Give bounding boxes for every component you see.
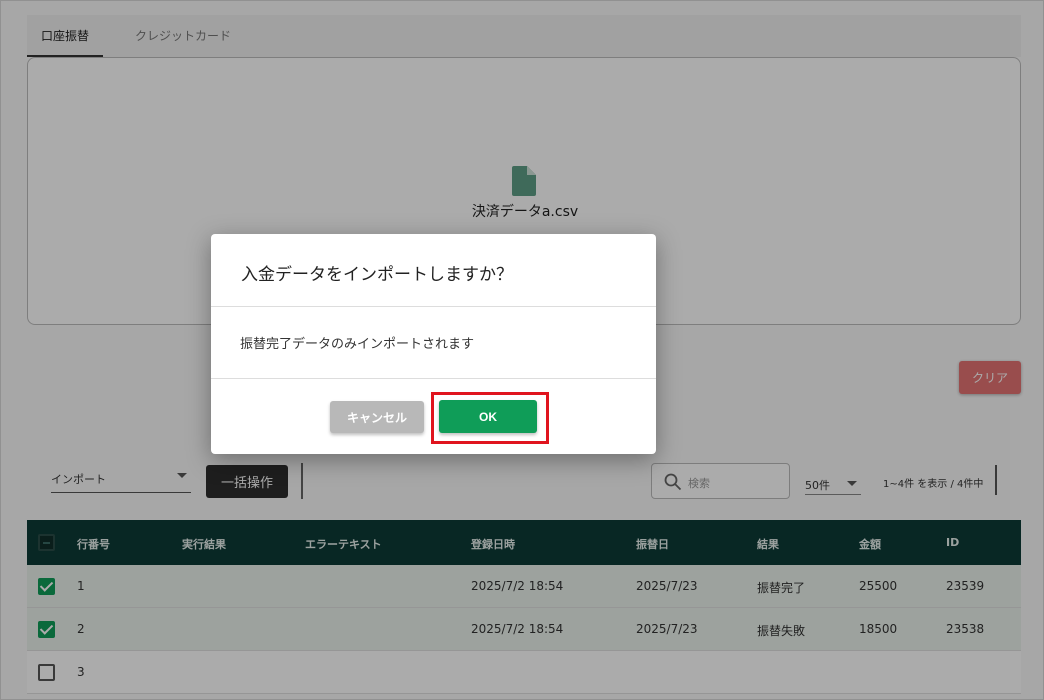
dialog-title: 入金データをインポートしますか？ xyxy=(241,265,513,285)
divider xyxy=(211,378,656,379)
divider xyxy=(211,306,656,307)
confirm-dialog: 入金データをインポートしますか？ 振替完了データのみインポートされます キャンセ… xyxy=(211,234,656,454)
dialog-message: 振替完了データのみインポートされます xyxy=(240,337,475,352)
ok-button[interactable]: OK xyxy=(439,400,537,433)
cancel-button[interactable]: キャンセル xyxy=(330,401,424,433)
